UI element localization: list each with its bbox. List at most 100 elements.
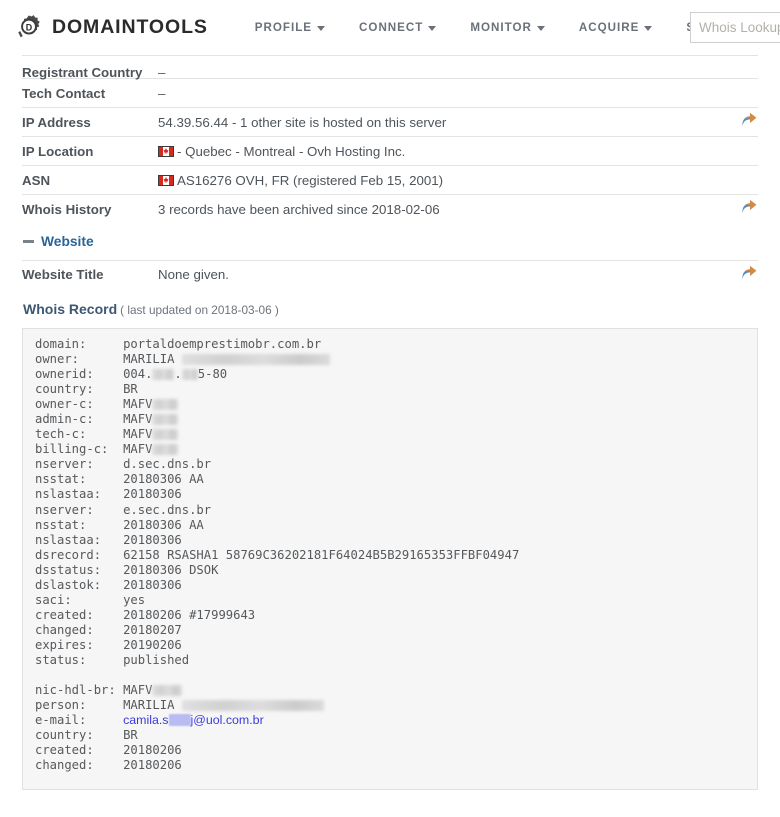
- whois-field-key: created:: [35, 743, 124, 758]
- nav-item-monitor[interactable]: MONITOR: [453, 21, 562, 34]
- whois-field-value: MARILIA: [123, 698, 324, 712]
- chevron-down-icon: [644, 26, 653, 31]
- row-value: 3 records have been archived since 2018-…: [158, 194, 718, 224]
- whois-record-line: nsstat: 20180306 AA: [35, 518, 747, 533]
- whois-field-value: yes: [123, 593, 145, 607]
- whois-record-line: dslastok: 20180306: [35, 578, 747, 593]
- whois-field-value: MAFV: [123, 412, 179, 427]
- row-action-empty: [718, 136, 758, 166]
- whois-field-key: country:: [35, 728, 124, 743]
- whois-field-value: 20180207: [123, 623, 182, 637]
- whois-field-value: camila.s j@uol.com.br: [123, 713, 264, 727]
- table-row: Website Title None given.: [22, 259, 758, 289]
- row-value-text: 54.39.56.44 - 1 other site is hosted on …: [158, 114, 447, 130]
- main-nav: PROFILE CONNECT MONITOR ACQUIRE SUPPORT: [238, 21, 767, 34]
- whois-record-line: dsstatus: 20180306 DSOK: [35, 563, 747, 578]
- whois-value-text: 004.: [123, 367, 153, 382]
- whois-field-value: 20190206: [123, 638, 182, 652]
- whois-field-value: 20180206: [123, 758, 182, 772]
- redacted-block: [181, 369, 198, 381]
- whois-field-key: dsstatus:: [35, 562, 124, 577]
- whois-record-line: country: BR: [35, 728, 747, 743]
- whois-record-line: created: 20180206: [35, 743, 747, 758]
- whois-field-value: MAFV: [123, 683, 183, 697]
- whois-record-line: nserver: e.sec.dns.br: [35, 503, 747, 518]
- row-value: AS16276 OVH, FR (registered Feb 15, 2001…: [158, 165, 718, 195]
- whois-field-value: 20180206 #17999643: [123, 608, 255, 622]
- whois-value-text: MAFV: [123, 427, 153, 442]
- whois-field-key: tech-c:: [35, 427, 124, 442]
- search-input[interactable]: [690, 12, 780, 43]
- whois-value-text: .: [174, 367, 182, 382]
- whois-value-text: 20180306 DSOK: [123, 562, 219, 577]
- whois-value-text: d.sec.dns.br: [123, 457, 212, 472]
- share-arrow-icon[interactable]: [741, 265, 758, 284]
- whois-field-value: d.sec.dns.br: [123, 457, 211, 471]
- profile-table: Registrant Country – Tech Contact – IP Addre…: [22, 55, 758, 224]
- redacted-block: [152, 414, 179, 426]
- whois-value-text: 20180306 AA: [123, 472, 204, 487]
- minus-collapse-icon[interactable]: [23, 240, 34, 243]
- whois-field-key: dsrecord:: [35, 547, 124, 562]
- nav-item-acquire[interactable]: ACQUIRE: [562, 21, 669, 34]
- whois-record-box[interactable]: domain: portaldoemprestimobr.com.br owner…: [22, 328, 758, 790]
- whois-record-line: nic-hdl-br: MAFV: [35, 683, 747, 698]
- whois-record-line: domain: portaldoemprestimobr.com.br: [35, 337, 747, 352]
- whois-value-text: 5-80: [197, 367, 228, 382]
- nav-item-connect[interactable]: CONNECT: [342, 21, 453, 34]
- nav-item-profile[interactable]: PROFILE: [238, 21, 342, 34]
- whois-record-line: nslastaa: 20180306: [35, 533, 747, 548]
- share-button[interactable]: [718, 194, 758, 224]
- whois-field-value: portaldoemprestimobr.com.br: [123, 337, 321, 351]
- whois-lookup-search[interactable]: [690, 12, 780, 43]
- share-button[interactable]: [718, 107, 758, 137]
- brand-logo-link[interactable]: D DOMAINTOOLS: [14, 13, 208, 43]
- whois-value-text: 62158 RSASHA1 58769C36202181F64024B5B291…: [123, 547, 520, 562]
- whois-value-text: MAFV: [123, 442, 153, 457]
- website-section-title[interactable]: Website: [41, 234, 94, 249]
- share-arrow-icon[interactable]: [741, 113, 758, 131]
- whois-value-text: 20180207: [123, 622, 182, 637]
- whois-record-line: saci: yes: [35, 593, 747, 608]
- row-value-text: 3 records have been archived since 2018-…: [158, 201, 440, 217]
- whois-record-line: status: published: [35, 653, 747, 668]
- whois-field-key: country:: [35, 382, 124, 397]
- whois-field-key: created:: [35, 607, 124, 622]
- redacted-block: [152, 369, 175, 381]
- nav-item-label: ACQUIRE: [578, 21, 640, 34]
- whois-value-text: portaldoemprestimobr.com.br: [123, 337, 322, 351]
- whois-record-line: nserver: d.sec.dns.br: [35, 457, 747, 472]
- whois-field-value: MAFV: [123, 397, 179, 411]
- site-header: D DOMAINTOOLS PROFILE CONNECT MONITOR AC…: [0, 0, 780, 55]
- whois-field-value: 62158 RSASHA1 58769C36202181F64024B5B291…: [123, 548, 519, 562]
- nav-item-label: PROFILE: [254, 21, 313, 34]
- whois-field-key: nic-hdl-br:: [35, 683, 124, 698]
- table-row: Whois History 3 records have been archive…: [22, 194, 758, 224]
- whois-value-text: MAFV: [123, 412, 153, 427]
- whois-field-value: 20180306 DSOK: [123, 563, 218, 577]
- whois-record-text: domain: portaldoemprestimobr.com.br owner…: [35, 337, 747, 773]
- website-section-header[interactable]: Website: [22, 224, 758, 260]
- row-label: Whois History: [22, 194, 158, 224]
- whois-value-text: 20180306: [123, 487, 182, 502]
- share-arrow-icon[interactable]: [741, 200, 758, 218]
- table-row: Tech Contact –: [22, 78, 758, 108]
- whois-field-value: 20180306: [123, 487, 182, 501]
- whois-record-line: ownerid: 004.. 5-80: [35, 367, 747, 382]
- whois-field-key: admin-c:: [35, 412, 124, 427]
- canada-flag-icon: [158, 145, 174, 157]
- row-action-empty: [718, 165, 758, 195]
- whois-record-line: owner-c: MAFV: [35, 397, 747, 412]
- whois-field-value: MAFV: [123, 442, 179, 457]
- whois-field-key: nserver:: [35, 502, 124, 517]
- redacted-block: [152, 444, 179, 456]
- row-label: Website Title: [22, 259, 158, 289]
- whois-field-value: 20180306: [123, 578, 182, 592]
- whois-field-key: expires:: [35, 637, 124, 652]
- whois-field-key: nslastaa:: [35, 487, 124, 502]
- website-table: Website Title None given.: [22, 259, 758, 289]
- share-button[interactable]: [718, 259, 758, 289]
- chevron-down-icon: [317, 26, 326, 31]
- row-value-text: –: [158, 85, 166, 101]
- whois-record-line: admin-c: MAFV: [35, 412, 747, 427]
